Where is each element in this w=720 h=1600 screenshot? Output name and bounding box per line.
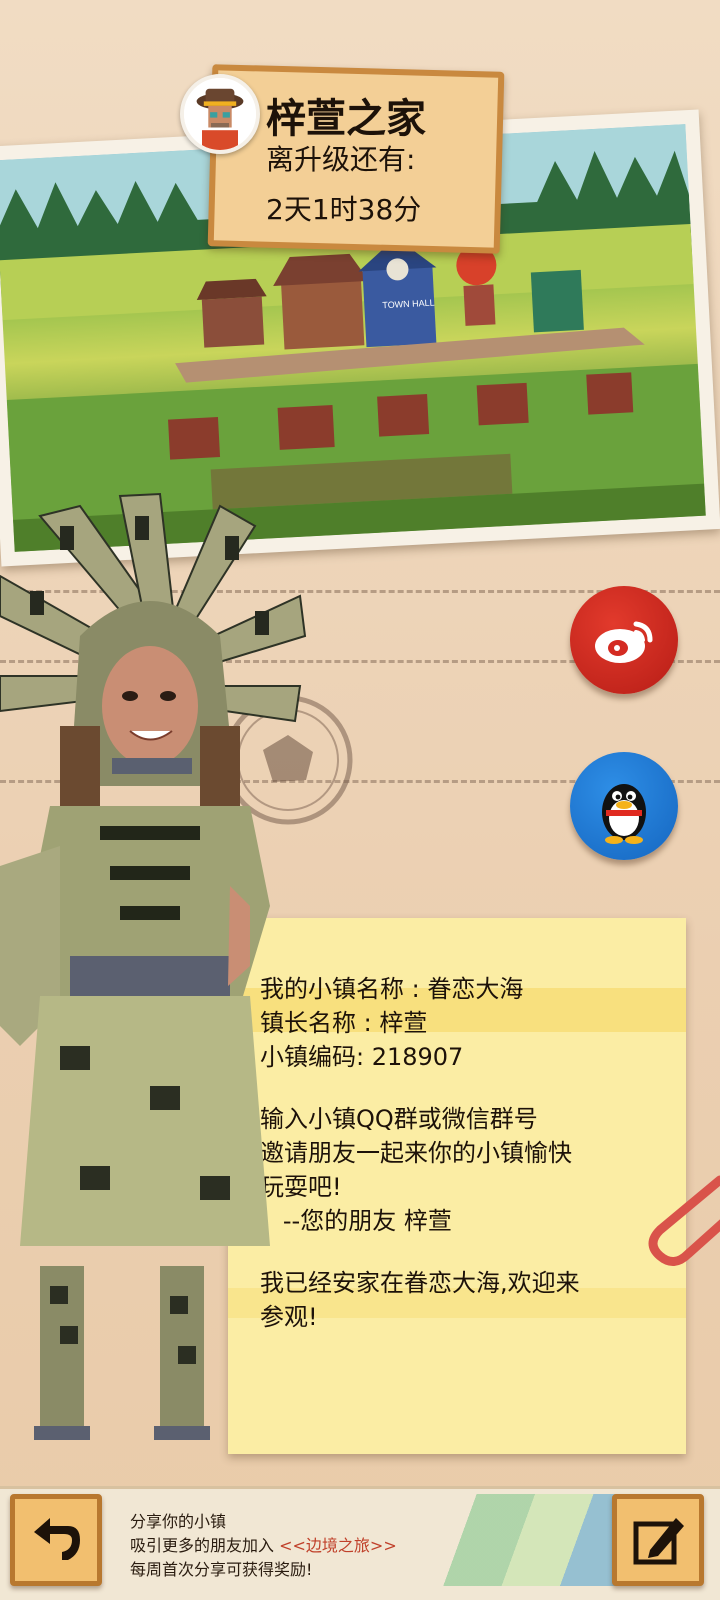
- share-invite-line: 吸引更多的朋友加入 <<边境之旅>>: [130, 1532, 397, 1556]
- weibo-share-button[interactable]: [570, 586, 678, 694]
- share-reward-line: 每周首次分享可获得奖励!: [130, 1560, 313, 1579]
- back-arrow-icon: [34, 1518, 80, 1560]
- home-title: 梓萱之家: [266, 96, 426, 142]
- edit-button[interactable]: [612, 1494, 704, 1586]
- upgrade-countdown-time: 2天1时38分: [266, 193, 422, 226]
- weibo-icon: [595, 621, 653, 663]
- qq-share-button[interactable]: [570, 752, 678, 860]
- player-avatar[interactable]: [180, 74, 260, 154]
- paperclip-icon: [648, 1175, 720, 1266]
- back-button[interactable]: [10, 1494, 102, 1586]
- edit-pencil-icon: [633, 1518, 684, 1565]
- share-invite-prefix: 吸引更多的朋友加入: [130, 1536, 280, 1555]
- chieftain-character: [0, 492, 307, 1440]
- qq-penguin-icon: [602, 784, 646, 844]
- upgrade-countdown-label: 离升级还有:: [266, 143, 416, 176]
- share-title: 分享你的小镇: [130, 1512, 227, 1531]
- decorative-map-stripe: [430, 1494, 630, 1586]
- share-game-name: <<边境之旅>>: [279, 1536, 397, 1555]
- avatar-portrait-icon: [184, 78, 256, 150]
